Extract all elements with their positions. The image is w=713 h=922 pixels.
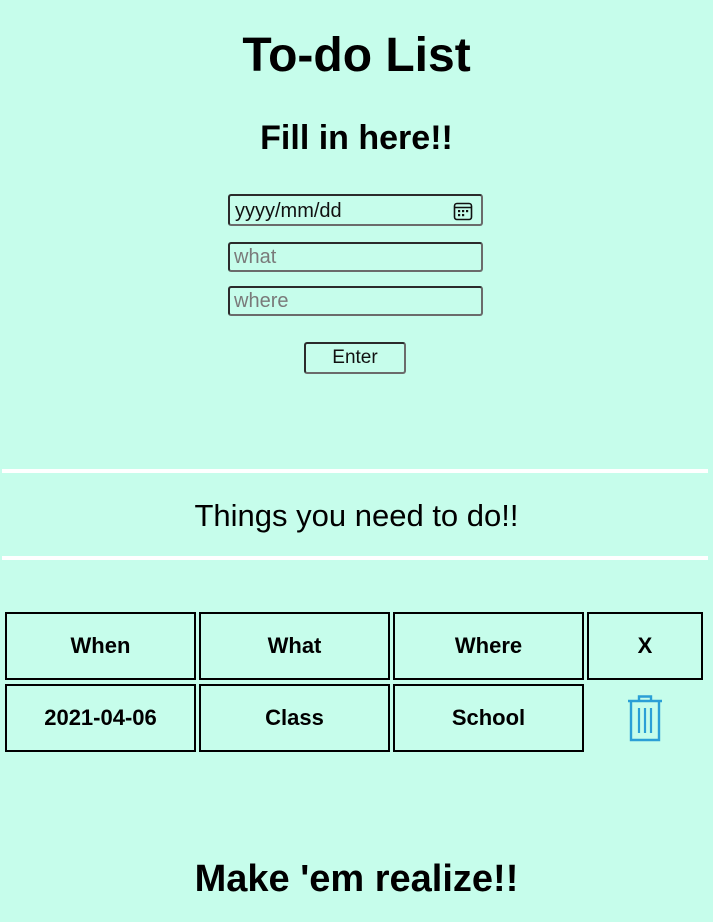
footer-text: Make 'em realize!! [194, 858, 519, 900]
column-header-where: Where [393, 612, 584, 680]
cell-what: Class [199, 684, 390, 752]
what-input[interactable] [228, 242, 483, 272]
column-header-what: What [199, 612, 390, 680]
cell-where: School [393, 684, 584, 752]
todo-page: To-do List Fill in here!! yyyy/mm/dd Ent… [0, 0, 713, 922]
divider-top [2, 469, 708, 473]
list-heading: Things you need to do!! [194, 498, 519, 533]
date-input[interactable]: yyyy/mm/dd [228, 194, 483, 226]
form-subtitle: Fill in here!! [260, 119, 453, 157]
page-title: To-do List [242, 29, 471, 82]
cell-when: 2021-04-06 [5, 684, 196, 752]
column-header-delete: X [587, 612, 703, 680]
date-placeholder: yyyy/mm/dd [235, 200, 342, 222]
enter-button[interactable]: Enter [304, 342, 406, 374]
divider-bottom [2, 556, 708, 560]
where-input[interactable] [228, 286, 483, 316]
column-header-when: When [5, 612, 196, 680]
trash-icon[interactable] [625, 693, 665, 743]
delete-button[interactable] [587, 684, 703, 752]
calendar-icon[interactable] [453, 201, 473, 221]
